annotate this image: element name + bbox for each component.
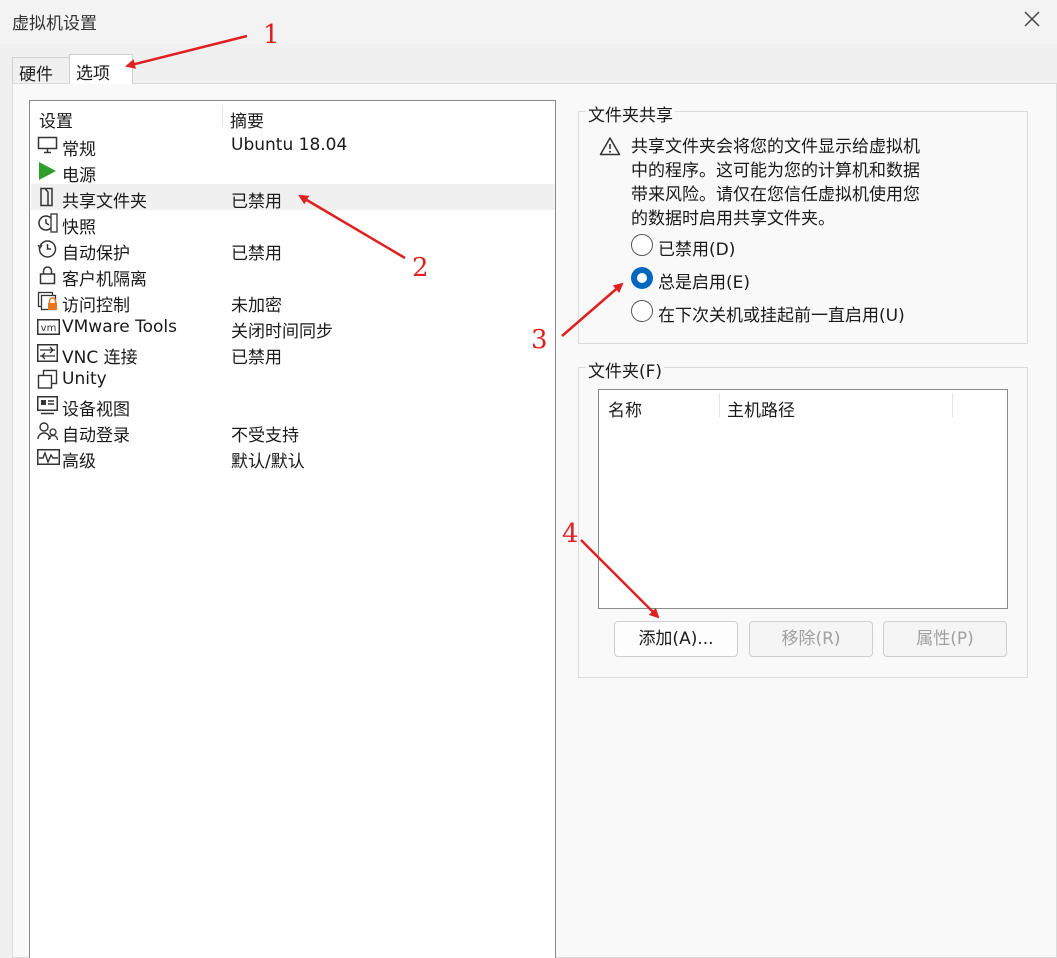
setting-name: 设备视图 [62,400,130,420]
column-header-setting[interactable]: 设置 [39,107,73,132]
setting-name: 电源 [62,166,96,186]
play-icon [37,161,58,181]
settings-row-advanced[interactable]: 高级 默认/默认 [31,444,555,472]
setting-summary: 不受支持 [231,426,299,446]
column-divider[interactable] [719,393,720,417]
warning-line: 中的程序。这可能为您的计算机和数据 [631,161,920,181]
column-header-summary[interactable]: 摘要 [230,107,264,132]
setting-name: 快照 [62,218,96,238]
settings-row-general[interactable]: 常规 Ubuntu 18.04 [31,132,555,160]
remove-folder-button[interactable]: 移除(R) [749,621,873,657]
settings-row-access-control[interactable]: 访问控制 未加密 [31,288,555,316]
vm-icon: vm [37,317,60,337]
add-folder-button[interactable]: 添加(A)... [614,621,738,657]
setting-summary: 已禁用 [231,348,282,368]
close-icon[interactable] [1021,8,1043,30]
settings-row-snapshots[interactable]: 快照 [31,210,555,238]
unity-icon [37,369,58,389]
settings-list[interactable]: 设置 摘要 常规 Ubuntu 18.04 电源 共享文件夹 已禁用 快照 自动… [29,100,556,958]
tab-hardware[interactable]: 硬件 [12,57,70,85]
annotation-number-3: 3 [531,325,548,355]
setting-name: 常规 [62,140,96,160]
setting-name: VNC 连接 [62,348,138,368]
monitor-icon [37,135,58,155]
setting-summary: 未加密 [231,296,282,316]
settings-row-guest-isolation[interactable]: 客户机隔离 [31,262,555,290]
tab-options[interactable]: 选项 [69,54,133,84]
folders-title: 文件夹(F) [586,357,665,382]
settings-row-vmware-tools[interactable]: vm VMware Tools 关闭时间同步 [31,314,555,342]
radio-until-poweroff-label[interactable]: 在下次关机或挂起前一直启用(U) [658,301,905,326]
settings-row-autologin[interactable]: 自动登录 不受支持 [31,418,555,446]
tab-hardware-label: 硬件 [19,65,53,85]
column-header-host-path[interactable]: 主机路径 [727,396,795,421]
radio-until-poweroff[interactable] [631,300,653,322]
warning-icon [599,136,621,156]
settings-row-unity[interactable]: Unity [31,366,555,392]
snapshot-icon [37,213,58,233]
annotation-number-1: 1 [263,20,280,50]
settings-row-device-view[interactable]: 设备视图 [31,392,555,420]
users-icon [37,421,59,441]
radio-disabled[interactable] [631,234,653,256]
setting-summary: Ubuntu 18.04 [231,135,348,155]
device-view-icon [37,395,58,415]
setting-name: VMware Tools [62,317,177,337]
radio-always-enabled-label[interactable]: 总是启用(E) [658,268,750,293]
setting-summary: 默认/默认 [231,452,305,472]
settings-row-shared-folders[interactable]: 共享文件夹 已禁用 [31,184,555,212]
setting-name: 客户机隔离 [62,270,147,290]
setting-name: 高级 [62,452,96,472]
setting-summary: 关闭时间同步 [231,322,333,342]
settings-row-power[interactable]: 电源 [31,158,555,186]
shared-folder-icon [37,187,58,207]
svg-text:vm: vm [41,323,57,334]
setting-name: 自动登录 [62,426,130,446]
column-divider[interactable] [952,393,953,417]
warning-line: 共享文件夹会将您的文件显示给虚拟机 [631,137,920,157]
column-divider[interactable] [222,105,223,127]
setting-name: 共享文件夹 [62,192,147,212]
radio-disabled-label[interactable]: 已禁用(D) [658,235,735,260]
access-control-icon [37,291,58,311]
folders-list[interactable]: 名称 主机路径 [598,389,1008,609]
setting-summary: 已禁用 [231,244,282,264]
advanced-icon [37,447,60,467]
folder-properties-button[interactable]: 属性(P) [883,621,1007,657]
setting-name: Unity [62,369,107,389]
folder-sharing-title: 文件夹共享 [586,101,675,126]
radio-always-enabled[interactable] [631,267,653,289]
lock-icon [37,265,58,285]
clock-icon [37,239,58,259]
settings-list-header: 设置 摘要 [30,101,555,132]
setting-name: 自动保护 [62,244,130,264]
settings-row-vnc[interactable]: VNC 连接 已禁用 [31,340,555,368]
window-title: 虚拟机设置 [12,14,97,34]
column-header-name[interactable]: 名称 [608,396,642,421]
title-bar: 虚拟机设置 [0,0,1057,44]
setting-summary: 已禁用 [231,192,282,212]
tab-options-label: 选项 [76,64,110,84]
warning-line: 的数据时启用共享文件夹。 [631,209,835,229]
setting-name: 访问控制 [62,296,130,316]
warning-text: 共享文件夹会将您的文件显示给虚拟机 中的程序。这可能为您的计算机和数据 带来风险… [631,135,951,231]
settings-row-autoprotect[interactable]: 自动保护 已禁用 [31,236,555,264]
warning-line: 带来风险。请仅在您信任虚拟机使用您 [631,185,920,205]
vnc-icon [37,343,58,363]
annotation-number-4: 4 [562,519,579,549]
annotation-number-2: 2 [412,253,429,283]
